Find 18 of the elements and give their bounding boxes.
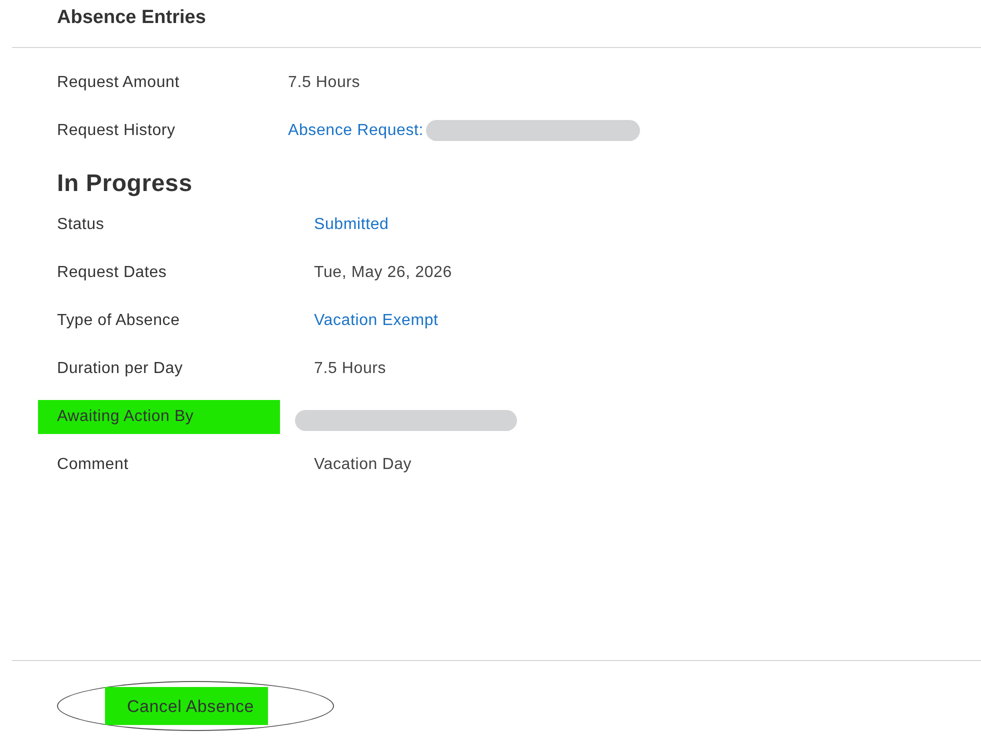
field-label: Awaiting Action By bbox=[38, 400, 280, 434]
section-heading: In Progress bbox=[56, 169, 194, 199]
field-link[interactable]: Submitted bbox=[314, 216, 389, 234]
field-label: Request Amount bbox=[57, 74, 180, 92]
field-label: Type of Absence bbox=[57, 312, 181, 330]
cancel-absence-button[interactable]: Cancel Absence bbox=[57, 681, 334, 731]
field-value: 7.5 Hours bbox=[314, 360, 386, 378]
field-value: Tue, May 26, 2026 bbox=[314, 264, 452, 282]
field-link[interactable]: Vacation Exempt bbox=[314, 312, 438, 330]
field-label: Request Dates bbox=[57, 264, 168, 282]
field-label: Status bbox=[57, 216, 106, 234]
field-link[interactable]: Absence Request: bbox=[288, 122, 424, 140]
field-value: Vacation Day bbox=[314, 456, 412, 474]
field-label: Request History bbox=[57, 122, 176, 140]
panel-title: Absence Entries bbox=[56, 6, 207, 30]
field-label: Comment bbox=[57, 456, 130, 474]
field-value: 7.5 Hours bbox=[288, 74, 360, 92]
field-label: Duration per Day bbox=[57, 360, 184, 378]
